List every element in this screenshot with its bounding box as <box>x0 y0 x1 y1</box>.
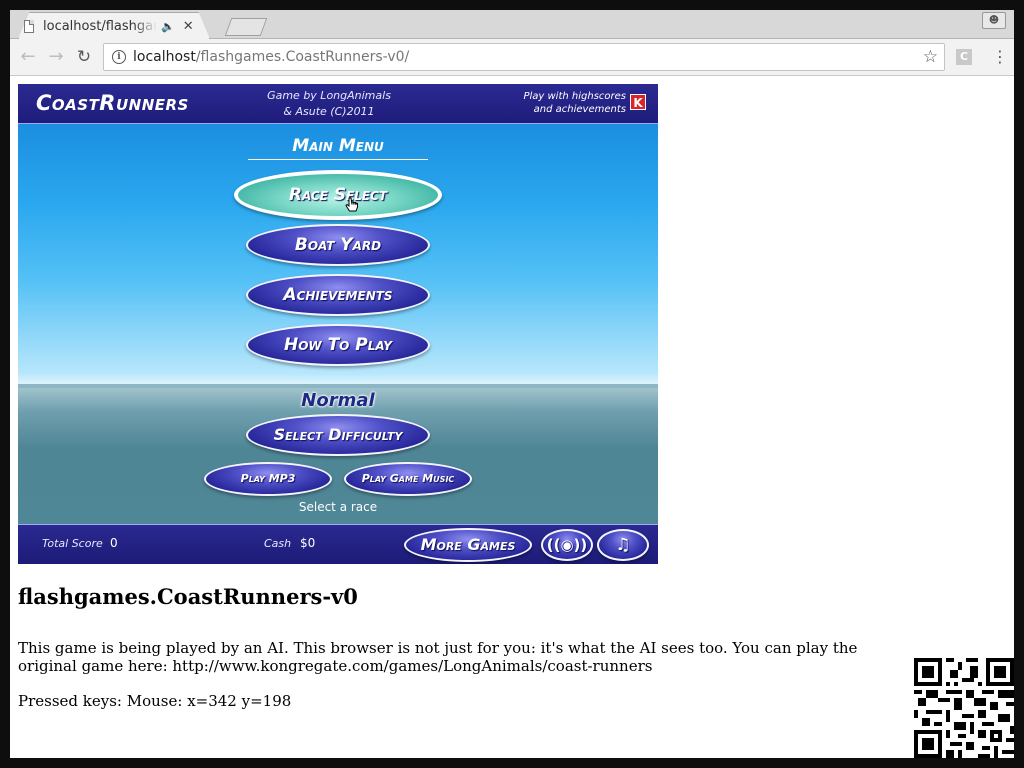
game-logo: CoastRunners <box>36 91 189 115</box>
game-canvas[interactable]: CoastRunners Game by LongAnimals & Asute… <box>18 84 658 564</box>
profile-icon[interactable]: ☻ <box>982 12 1006 29</box>
select-difficulty-button[interactable]: Select Difficulty <box>246 414 430 456</box>
game-header: CoastRunners Game by LongAnimals & Asute… <box>18 84 658 124</box>
url-path: /flashgames.CoastRunners-v0/ <box>195 49 410 65</box>
play-mp3-button[interactable]: Play MP3 <box>204 462 332 496</box>
speaker-icon[interactable]: 🔈 <box>161 20 175 33</box>
sound-icon: ((◉)) <box>546 536 588 554</box>
highscores-line-1: Play with highscores <box>523 91 626 102</box>
sound-toggle-button[interactable]: ((◉)) <box>541 529 593 561</box>
address-bar[interactable]: i localhost/flashgames.CoastRunners-v0/ … <box>103 43 945 71</box>
music-note-icon: ♫ <box>615 535 631 555</box>
info-icon[interactable]: i <box>112 50 126 64</box>
bookmark-star-icon[interactable]: ☆ <box>923 44 938 70</box>
browser-tab-content[interactable]: localhost/flashgames.CoastRunners-v0/ 🔈 … <box>24 14 214 38</box>
menu-dots-icon[interactable]: ⋮ <box>992 47 1008 67</box>
page-content: CoastRunners Game by LongAnimals & Asute… <box>10 76 1014 758</box>
highscores-link[interactable]: Play with highscores and achievements <box>508 90 626 116</box>
kongregate-icon[interactable]: K <box>630 94 646 110</box>
game-footer: Total Score 0 Cash $0 More Games ((◉)) ♫ <box>18 524 658 564</box>
url-text[interactable]: localhost/flashgames.CoastRunners-v0/ <box>133 44 409 70</box>
tab-title: localhost/flashgames.CoastRunners-v0/ <box>43 18 157 34</box>
how-to-play-button[interactable]: How To Play <box>246 324 430 366</box>
pressed-keys-text: Pressed keys: Mouse: x=342 y=198 <box>18 692 292 710</box>
reload-icon[interactable]: ↻ <box>74 47 94 67</box>
back-arrow-icon[interactable]: ← <box>18 47 38 67</box>
qr-code <box>914 658 1014 758</box>
more-games-button[interactable]: More Games <box>404 528 532 562</box>
game-credits: Game by LongAnimals & Asute (C)2011 <box>254 88 404 120</box>
forward-arrow-icon[interactable]: → <box>46 47 66 67</box>
cash-value: $0 <box>300 536 316 550</box>
new-tab-button[interactable] <box>224 18 268 36</box>
browser-toolbar: ← → ↻ i localhost/flashgames.CoastRunner… <box>10 39 1014 76</box>
cash-label: Cash <box>264 537 292 550</box>
close-icon[interactable]: ✕ <box>183 19 194 34</box>
main-menu-title: Main Menu <box>248 136 428 160</box>
browser-window: localhost/flashgames.CoastRunners-v0/ 🔈 … <box>10 10 1014 758</box>
extension-icon[interactable]: C <box>956 49 972 65</box>
page-description: This game is being played by an AI. This… <box>18 639 858 675</box>
boat-yard-button[interactable]: Boat Yard <box>246 224 430 266</box>
achievements-button[interactable]: Achievements <box>246 274 430 316</box>
highscores-line-2: and achievements <box>533 104 626 115</box>
tab-strip: localhost/flashgames.CoastRunners-v0/ 🔈 … <box>10 10 1014 39</box>
total-score-value: 0 <box>110 536 118 550</box>
url-host: localhost <box>133 49 196 65</box>
horizon <box>18 384 658 388</box>
hand-cursor-icon <box>345 197 358 212</box>
credits-line-1: Game by LongAnimals <box>267 89 391 102</box>
total-score-label: Total Score <box>42 537 103 550</box>
page-title: flashgames.CoastRunners-v0 <box>18 584 358 609</box>
difficulty-label: Normal <box>301 390 375 411</box>
race-select-button[interactable]: Race Select <box>234 170 442 220</box>
status-text: Select a race <box>298 500 378 514</box>
play-game-music-button[interactable]: Play Game Music <box>344 462 472 496</box>
credits-line-2: & Asute (C)2011 <box>283 105 375 118</box>
music-toggle-button[interactable]: ♫ <box>597 529 649 561</box>
page-icon <box>24 19 34 33</box>
